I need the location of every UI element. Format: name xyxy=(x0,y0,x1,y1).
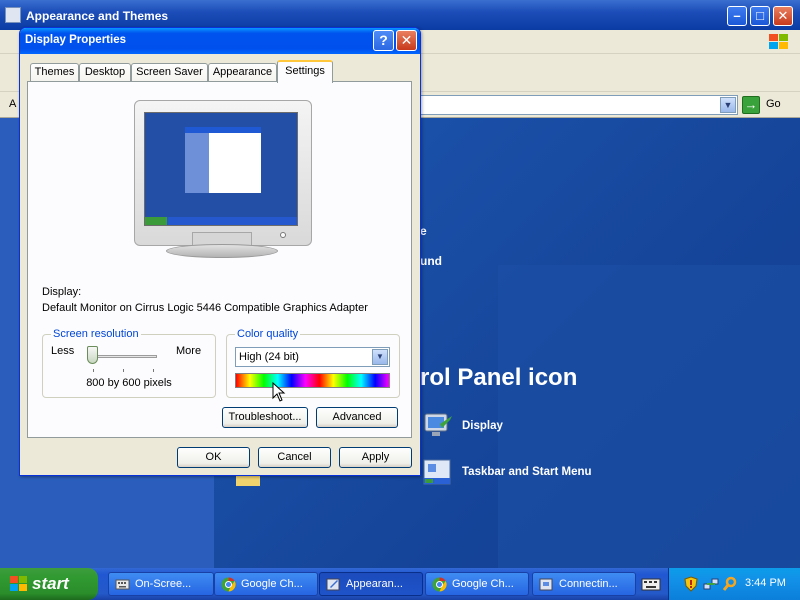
preview-start-button xyxy=(145,217,167,225)
dialog-titlebar[interactable]: Display Properties ? ✕ xyxy=(20,28,420,54)
group-legend: Color quality xyxy=(235,328,301,340)
tab-themes[interactable]: Themes xyxy=(30,63,79,82)
screen-resolution-group: Screen resolution Less More 800 by 600 p… xyxy=(42,328,216,398)
close-button[interactable]: ✕ xyxy=(396,30,417,51)
resolution-slider-track[interactable] xyxy=(89,355,157,358)
tab-screen-saver[interactable]: Screen Saver xyxy=(131,63,208,82)
display-label: Display: xyxy=(42,286,82,298)
troubleshoot-button[interactable]: Troubleshoot... xyxy=(222,407,308,428)
preview-taskbar xyxy=(145,217,297,225)
close-button[interactable]: ✕ xyxy=(773,6,793,26)
power-button-icon xyxy=(280,232,286,238)
keyboard-icon xyxy=(115,579,130,590)
color-quality-value: High (24 bit) xyxy=(239,351,299,363)
display-icon xyxy=(424,413,452,436)
settings-panel: Display: Default Monitor on Cirrus Logic… xyxy=(27,81,412,438)
address-label: A xyxy=(9,98,17,110)
apply-button[interactable]: Apply xyxy=(339,447,412,468)
group-legend: Screen resolution xyxy=(51,328,141,340)
window-title: Appearance and Themes xyxy=(26,9,169,23)
start-button[interactable]: start xyxy=(0,568,98,600)
maximize-button[interactable]: □ xyxy=(750,6,770,26)
monitor-screen xyxy=(144,112,298,226)
monitor-base xyxy=(166,244,278,258)
window-titlebar[interactable]: Appearance and Themes – □ ✕ xyxy=(0,0,800,30)
chrome-icon xyxy=(221,577,236,592)
mouse-cursor-icon xyxy=(272,382,286,402)
tab-settings[interactable]: Settings xyxy=(277,60,333,83)
go-button[interactable]: → Go xyxy=(742,95,798,115)
preview-window xyxy=(185,127,261,193)
chevron-down-icon[interactable]: ▼ xyxy=(720,97,736,113)
minimize-button[interactable]: – xyxy=(727,6,747,26)
slider-tick xyxy=(93,369,94,372)
display-properties-dialog: Display Properties ? ✕ Themes Desktop Sc… xyxy=(19,27,421,476)
ok-button[interactable]: OK xyxy=(177,447,250,468)
clock[interactable]: 3:44 PM xyxy=(745,577,786,589)
taskbar-item-connecting[interactable]: Connectin... xyxy=(532,572,636,596)
cancel-button[interactable]: Cancel xyxy=(258,447,331,468)
tab-desktop[interactable]: Desktop xyxy=(79,63,131,82)
windows-logo-icon xyxy=(769,34,788,49)
taskbar-item-google-chrome[interactable]: Google Ch... xyxy=(425,572,529,596)
taskbar-item-google-chrome[interactable]: Google Ch... xyxy=(214,572,318,596)
taskbar: start On-Scree... Google Ch... Appearan.… xyxy=(0,568,800,600)
slider-min-label: Less xyxy=(51,345,75,357)
monitor-preview xyxy=(134,100,312,260)
dialog-title: Display Properties xyxy=(25,34,126,46)
taskbar-item-on-screen-keyboard[interactable]: On-Scree... xyxy=(108,572,214,596)
section-heading: rol Panel icon xyxy=(420,364,578,391)
task-link-partial[interactable]: und xyxy=(420,254,442,268)
resolution-slider-thumb[interactable] xyxy=(87,346,98,364)
chrome-icon xyxy=(432,577,447,592)
search-icon[interactable] xyxy=(722,576,738,592)
windows-logo-icon xyxy=(10,576,27,591)
address-input[interactable]: ▼ xyxy=(420,95,738,115)
taskbar-item-appearance[interactable]: Appearan... xyxy=(319,572,423,596)
go-arrow-icon: → xyxy=(742,96,760,114)
control-panel-item-taskbar[interactable]: Taskbar and Start Menu xyxy=(422,456,662,490)
color-spectrum-bar xyxy=(235,373,390,388)
folder-icon xyxy=(326,578,340,591)
folder-icon xyxy=(5,7,21,23)
chevron-down-icon[interactable]: ▼ xyxy=(372,349,388,365)
display-adapter-value: Default Monitor on Cirrus Logic 5446 Com… xyxy=(42,302,368,314)
network-window-icon xyxy=(539,578,553,591)
color-quality-group: Color quality High (24 bit) ▼ xyxy=(226,328,400,402)
start-label: start xyxy=(32,574,69,593)
advanced-button[interactable]: Advanced xyxy=(316,407,398,428)
network-icon[interactable] xyxy=(703,576,719,592)
slider-tick xyxy=(123,369,124,372)
keyboard-icon[interactable] xyxy=(640,576,662,592)
resolution-value: 800 by 600 pixels xyxy=(86,377,172,389)
help-button[interactable]: ? xyxy=(373,30,394,51)
slider-tick xyxy=(153,369,154,372)
security-shield-icon[interactable] xyxy=(683,576,699,592)
control-panel-item-display[interactable]: Display xyxy=(422,410,622,444)
task-link-partial[interactable]: e xyxy=(420,224,427,238)
tab-appearance[interactable]: Appearance xyxy=(208,63,277,82)
color-quality-select[interactable]: High (24 bit) ▼ xyxy=(235,347,390,367)
slider-max-label: More xyxy=(176,345,202,357)
taskbar-icon xyxy=(423,459,451,485)
system-tray: 3:44 PM xyxy=(668,568,800,600)
